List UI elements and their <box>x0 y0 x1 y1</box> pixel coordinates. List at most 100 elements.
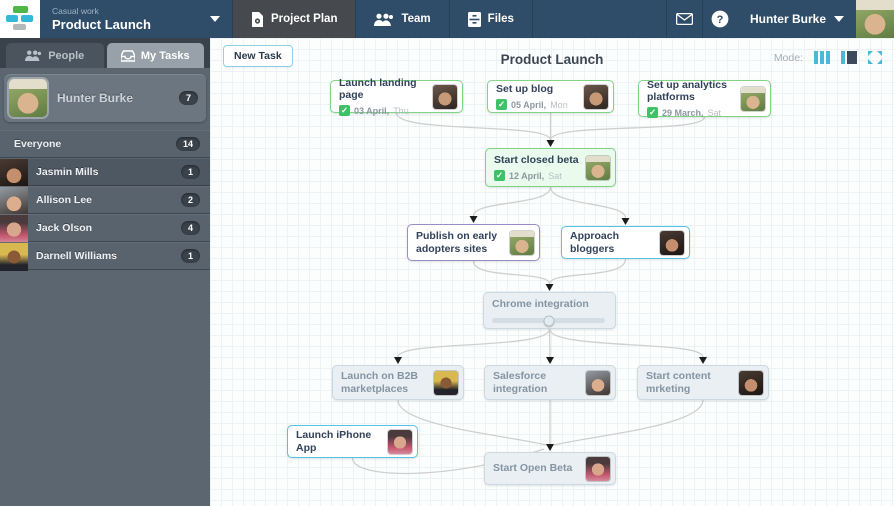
sidebar: People My Tasks Hunter Burke 7 Everyone … <box>0 38 210 506</box>
person-name: Hunter Burke <box>57 91 134 105</box>
task-node-start-open-beta[interactable]: Start Open Beta <box>484 452 616 485</box>
app-logo[interactable] <box>0 0 40 38</box>
task-node-salesforce-integration[interactable]: Salesforce integration <box>484 365 616 400</box>
task-count-badge: 1 <box>180 165 200 179</box>
user-name: Hunter Burke <box>749 12 826 26</box>
assignee-avatar <box>586 370 610 395</box>
person-name: Allison Lee <box>36 194 93 206</box>
chevron-down-icon <box>210 16 220 22</box>
task-node-launch-iphone-app[interactable]: Launch iPhone App <box>287 425 418 458</box>
task-date: 05 April, <box>511 99 547 110</box>
person-name: Everyone <box>14 138 62 150</box>
chevron-down-icon <box>834 16 844 22</box>
task-date: 12 April, <box>509 170 545 181</box>
project-name: Product Launch <box>52 17 151 32</box>
task-count-badge: 7 <box>178 91 198 105</box>
assignee-avatar <box>741 86 765 111</box>
task-count-badge: 4 <box>180 221 200 235</box>
task-day: Mon <box>550 99 568 110</box>
person-name: Jack Olson <box>36 222 93 234</box>
task-day: Sat <box>548 170 562 181</box>
fullscreen-icon[interactable] <box>868 51 882 64</box>
avatar <box>9 79 47 117</box>
help-icon: ? <box>712 10 729 28</box>
mode-switcher: Mode: <box>774 51 882 64</box>
team-icon <box>374 13 394 26</box>
sidebar-item-jack-olson[interactable]: Jack Olson 4 <box>0 214 210 243</box>
people-icon <box>25 50 42 61</box>
tab-project-plan[interactable]: Project Plan <box>233 0 357 38</box>
assignee-avatar <box>739 370 763 395</box>
check-icon[interactable]: ✓ <box>496 99 507 111</box>
task-date: 29 March, <box>662 107 704 118</box>
assignee-avatar <box>660 230 684 255</box>
project-plan-canvas[interactable]: New Task Product Launch Mode: Launch lan… <box>210 38 894 506</box>
document-icon <box>252 11 263 27</box>
assignee-avatar <box>388 429 412 454</box>
tab-label: Project Plan <box>271 13 338 25</box>
task-day: Thu <box>393 105 409 116</box>
assignee-avatar <box>586 456 610 481</box>
check-icon[interactable]: ✓ <box>339 105 350 117</box>
sidebar-item-allison-lee[interactable]: Allison Lee 2 <box>0 186 210 215</box>
task-count-badge: 14 <box>175 137 200 151</box>
assignee-avatar <box>433 84 457 109</box>
columns-view-icon[interactable] <box>814 51 830 64</box>
tab-label: Files <box>487 13 514 25</box>
task-node-chrome-integration[interactable]: Chrome integration <box>483 292 616 329</box>
check-icon[interactable]: ✓ <box>494 170 505 182</box>
task-node-launch-b2b[interactable]: Launch on B2B marketplaces <box>332 365 464 400</box>
task-day: Sat <box>707 107 722 118</box>
sidebar-tabstrip: People My Tasks <box>0 38 210 68</box>
files-icon <box>467 11 481 27</box>
workspace-label: Casual work <box>52 6 99 16</box>
sidebar-item-darnell-williams[interactable]: Darnell Williams 1 <box>0 242 210 271</box>
sidebar-me-card[interactable]: Hunter Burke 7 <box>4 74 206 122</box>
task-date: 03 April, <box>354 105 390 116</box>
help-button[interactable]: ? <box>701 0 738 38</box>
sidebar-item-jasmin-mills[interactable]: Jasmin Mills 1 <box>0 158 210 187</box>
person-name: Darnell Williams <box>36 250 118 262</box>
task-count-badge: 2 <box>180 193 200 207</box>
task-node-approach-bloggers[interactable]: Approach bloggers <box>561 226 690 259</box>
project-selector[interactable]: Casual work Product Launch <box>40 0 232 38</box>
avatar <box>0 159 28 187</box>
assignee-avatar <box>586 155 610 180</box>
sidebar-item-everyone[interactable]: Everyone 14 <box>0 130 210 158</box>
sidebar-tab-my-tasks[interactable]: My Tasks <box>106 43 204 68</box>
app-window: Casual work Product Launch Project Plan … <box>0 0 894 506</box>
assignee-avatar <box>510 230 534 255</box>
mode-label: Mode: <box>773 51 803 64</box>
person-name: Jasmin Mills <box>36 166 99 178</box>
split-view-icon[interactable] <box>841 51 857 64</box>
mail-button[interactable] <box>665 0 702 38</box>
task-node-launch-landing-page[interactable]: Launch landing page ✓ 03 April, Thu <box>330 77 463 117</box>
tasks-tray-icon <box>120 49 135 62</box>
task-node-set-up-blog[interactable]: Set up blog ✓ 05 April, Mon <box>487 80 614 113</box>
assignee-avatar <box>434 370 458 395</box>
avatar <box>0 243 28 271</box>
progress-slider-handle[interactable] <box>543 315 554 327</box>
avatar <box>0 215 28 243</box>
progress-slider[interactable] <box>492 315 605 327</box>
sidebar-tab-people[interactable]: People <box>6 43 104 68</box>
sidebar-tab-label: My Tasks <box>140 49 190 62</box>
sidebar-tab-label: People <box>48 49 85 62</box>
task-node-start-closed-beta[interactable]: Start closed beta ✓ 12 April, Sat <box>485 148 616 187</box>
svg-text:?: ? <box>717 14 724 26</box>
user-avatar[interactable] <box>856 0 894 38</box>
check-icon[interactable]: ✓ <box>647 107 658 119</box>
tab-label: Team <box>401 13 431 25</box>
task-node-set-up-analytics[interactable]: Set up analytics platforms ✓ 29 March, S… <box>638 79 771 119</box>
task-node-start-content-marketing[interactable]: Start content mrketing <box>637 365 769 400</box>
topbar: Casual work Product Launch Project Plan … <box>0 0 894 38</box>
mail-icon <box>675 13 693 25</box>
task-node-publish-early-adopters[interactable]: Publish on early adopters sites <box>407 224 540 261</box>
user-menu[interactable]: Hunter Burke <box>738 0 856 38</box>
avatar <box>0 187 28 215</box>
assignee-avatar <box>584 84 608 109</box>
casual-logo-icon <box>6 6 34 32</box>
tab-team[interactable]: Team <box>356 0 450 38</box>
tab-files[interactable]: Files <box>450 0 533 38</box>
task-count-badge: 1 <box>180 249 200 263</box>
